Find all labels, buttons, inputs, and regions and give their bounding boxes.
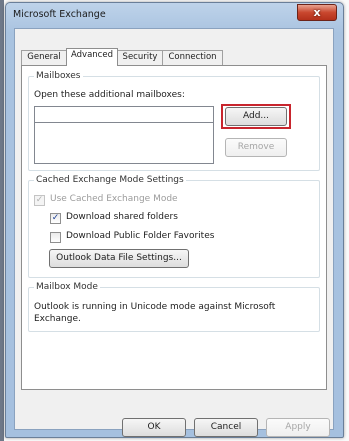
tab-general-label: General (27, 52, 61, 62)
download-public-favorites-label: Download Public Folder Favorites (66, 231, 215, 241)
use-cached-mode-checkbox[interactable]: ✓ (34, 195, 45, 206)
outlook-data-file-settings-label: Outlook Data File Settings... (56, 253, 182, 263)
check-icon: ✓ (51, 213, 60, 223)
cached-mode-group-label: Cached Exchange Mode Settings (36, 175, 184, 185)
mailboxes-instruction: Open these additional mailboxes: (34, 90, 185, 100)
mailbox-mode-text-line2: Exchange. (34, 314, 81, 324)
download-shared-folders-label: Download shared folders (66, 212, 178, 222)
close-button[interactable]: x (297, 4, 337, 21)
ok-button[interactable]: OK (122, 418, 186, 437)
tab-panel-advanced: Mailboxes Open these additional mailboxe… (21, 65, 327, 390)
close-icon: x (313, 6, 321, 19)
cancel-button[interactable]: Cancel (194, 418, 258, 437)
ok-button-label: OK (147, 422, 161, 432)
download-shared-folders-checkbox[interactable]: ✓ (50, 213, 61, 224)
use-cached-mode-label: Use Cached Exchange Mode (50, 194, 178, 204)
check-icon: ✓ (35, 195, 44, 205)
mailbox-mode-group-label: Mailbox Mode (36, 282, 98, 292)
add-mailbox-button[interactable]: Add... (225, 107, 287, 126)
remove-mailbox-button[interactable]: Remove (225, 138, 287, 157)
tab-connection[interactable]: Connection (162, 50, 223, 65)
apply-button-label: Apply (285, 422, 311, 432)
tab-connection-label: Connection (168, 52, 217, 62)
outlook-data-file-settings-button[interactable]: Outlook Data File Settings... (49, 249, 189, 268)
title-bar[interactable]: Microsoft Exchange x (6, 3, 343, 27)
tab-advanced[interactable]: Advanced (66, 48, 118, 66)
window-title: Microsoft Exchange (13, 9, 106, 20)
cancel-button-label: Cancel (210, 422, 242, 432)
dialog-client-area: General Advanced Security Connection Mai… (14, 28, 334, 437)
download-public-favorites-checkbox-row[interactable]: Download Public Folder Favorites (50, 231, 270, 244)
download-public-favorites-checkbox[interactable] (50, 232, 61, 243)
apply-button[interactable]: Apply (266, 418, 330, 437)
additional-mailboxes-list[interactable] (34, 106, 214, 164)
additional-mailboxes-list-first-row[interactable] (34, 106, 214, 123)
tab-general[interactable]: General (21, 50, 67, 65)
remove-button-label: Remove (237, 142, 275, 152)
tab-security-label: Security (122, 52, 158, 62)
tab-security[interactable]: Security (117, 50, 163, 65)
download-shared-folders-checkbox-row[interactable]: ✓ Download shared folders (50, 212, 250, 225)
mailboxes-group-label: Mailboxes (36, 71, 81, 81)
add-button-label: Add... (242, 111, 269, 121)
background-window-edge (0, 0, 4, 441)
mailbox-mode-text-line1: Outlook is running in Unicode mode again… (34, 302, 276, 312)
dialog-window: Microsoft Exchange x General Advanced Se… (5, 2, 344, 438)
use-cached-mode-checkbox-row[interactable]: ✓ Use Cached Exchange Mode (34, 194, 234, 207)
tab-advanced-label: Advanced (71, 50, 113, 60)
